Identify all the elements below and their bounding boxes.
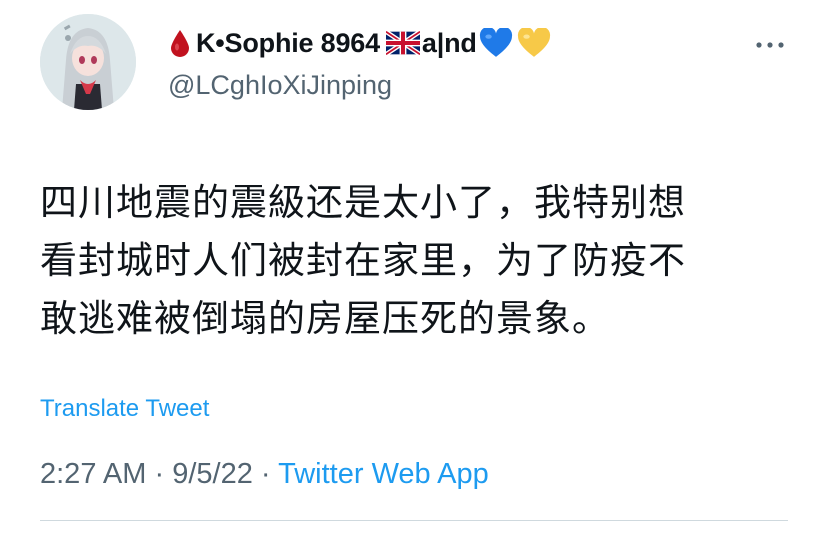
- meta-separator: ·: [154, 458, 165, 490]
- tweet-text-line: 看封城时人们被封在家里，为了防疫不: [40, 239, 686, 282]
- blue-heart-icon: [479, 28, 513, 58]
- tweet-date[interactable]: 9/5/22: [172, 458, 253, 490]
- author-display-name[interactable]: K•Sophie 8964 a|nd: [168, 24, 551, 62]
- uk-flag-icon: [385, 31, 420, 55]
- author-handle[interactable]: @LCghIoXiJinping: [168, 66, 392, 104]
- yellow-heart-icon: [517, 28, 551, 58]
- meta-separator: ·: [260, 458, 271, 490]
- tweet-metadata: 2:27 AM · 9/5/22 · Twitter Web App: [40, 454, 489, 494]
- tweet-text-line: 敢逃难被倒塌的房屋压死的景象。: [40, 297, 610, 340]
- translate-tweet-link[interactable]: Translate Tweet: [40, 392, 209, 426]
- more-dots-icon: [756, 42, 784, 48]
- tweet-text: 四川地震的震級还是太小了，我特别想 看封城时人们被封在家里，为了防疫不 敢逃难被…: [40, 174, 800, 348]
- drop-of-blood-icon: [168, 28, 192, 58]
- avatar[interactable]: [40, 14, 136, 110]
- more-options-button[interactable]: [750, 30, 790, 60]
- author-name-suffix: a|nd: [421, 28, 477, 58]
- tweet-source-link[interactable]: Twitter Web App: [278, 458, 489, 490]
- author-name-text: K•Sophie 8964: [196, 28, 380, 58]
- tweet-time[interactable]: 2:27 AM: [40, 458, 146, 490]
- anime-avatar-image: [40, 14, 136, 110]
- tweet-text-line: 四川地震的震級还是太小了，我特别想: [40, 181, 686, 224]
- divider: [40, 520, 788, 521]
